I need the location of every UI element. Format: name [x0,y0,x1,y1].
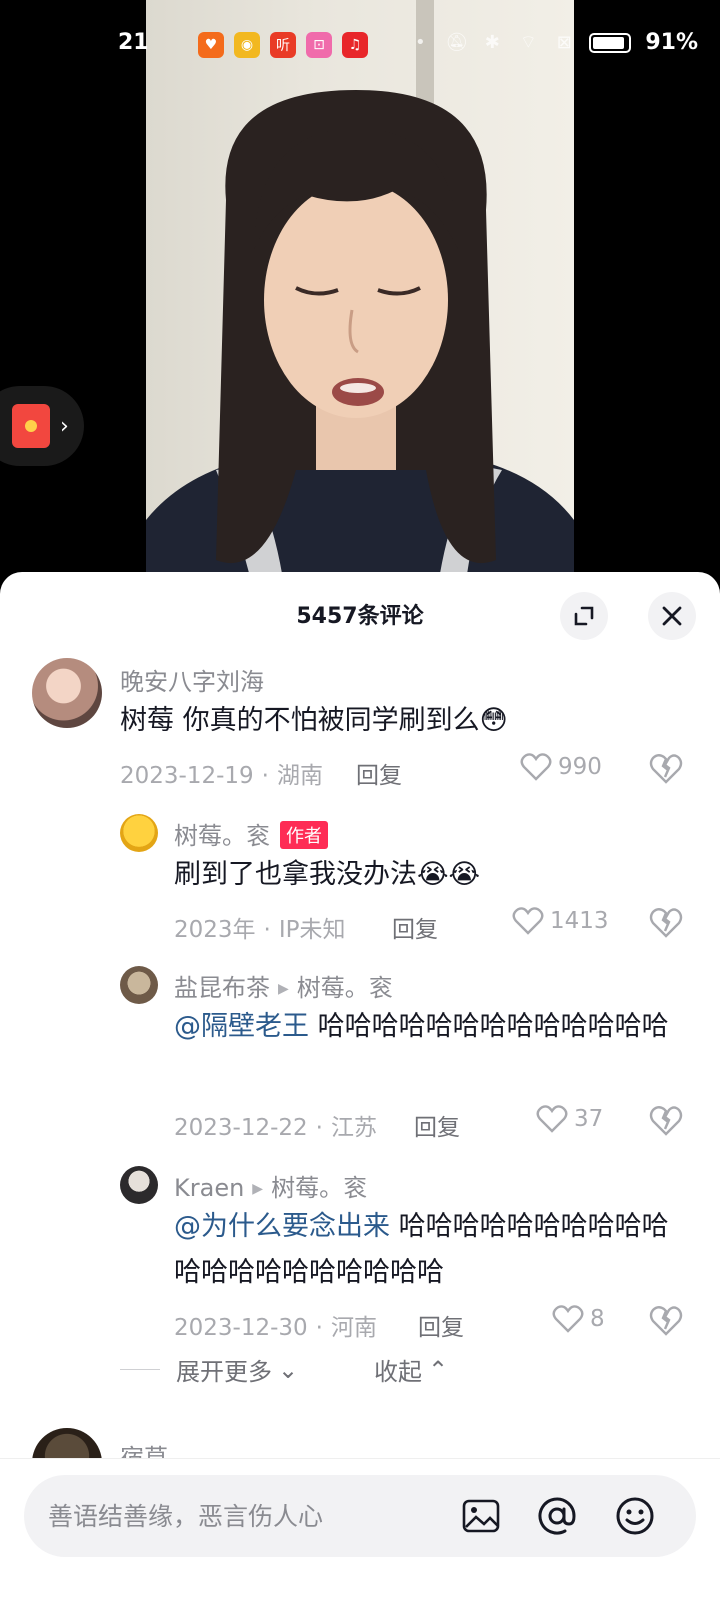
comment-sheet: 5457条评论 晚安八字刘海 树莓 你真的不怕被同学刷到么😳 2023-12-1… [0,572,720,1612]
comment-meta: 2023-12-19 · 湖南 [120,763,323,789]
battery-level: 91% [645,30,698,55]
comment-meta: 2023-12-22 · 江苏 [174,1115,377,1141]
comment-username[interactable]: 晚安八字刘海 [120,662,264,697]
comment-location: 河南 [330,1315,377,1341]
heart-icon [536,1105,568,1133]
notification-icons: ♥ ◉ 听 ⊡ ♫ [198,32,368,58]
heart-icon [552,1305,584,1333]
ximalaya-icon: 听 [270,32,296,58]
image-icon[interactable] [460,1495,502,1537]
avatar[interactable] [120,814,158,852]
comment-location: 江苏 [330,1115,377,1141]
comment-date: 2023-12-19 [120,763,254,789]
system-status: • 🔕︎ ✱ ⌔ ⊠ 91% [409,30,698,55]
reply-to-username: 树莓。衮 [271,1174,368,1202]
like-button[interactable]: 37 [536,1104,603,1134]
divider-line [120,1369,160,1370]
comment-input-bar [0,1458,720,1612]
chevron-down-icon: ⌄ [278,1355,299,1384]
wifi-icon: ⌔ [519,31,537,53]
like-button[interactable]: 8 [552,1304,605,1334]
reply-arrow-icon: ▶ [252,1181,264,1197]
battery-icon [589,32,632,53]
collapse-button[interactable]: 收起 ⌃ [374,1352,448,1387]
reply-button[interactable]: 回复 [414,1108,460,1142]
mention-link[interactable]: @隔壁老王 [174,1011,309,1042]
like-button[interactable]: 990 [520,752,602,782]
close-sheet-button[interactable] [648,592,696,640]
comment-location: IP未知 [278,917,346,943]
avatar[interactable] [120,1166,158,1204]
heart-icon [512,907,544,935]
username-text: 盐昆布茶 [174,974,270,1002]
weibo-icon: ◉ [234,32,260,58]
reply-arrow-icon: ▶ [278,981,289,997]
comment-count: 5457条评论 [296,604,424,629]
comment-text: @隔壁老王 哈哈哈哈哈哈哈哈哈哈哈哈哈 [174,1004,674,1050]
dislike-icon[interactable] [648,1302,684,1338]
like-button[interactable]: 1413 [512,906,609,936]
video-person [146,90,574,600]
sim-icon: ⊠ [556,31,572,53]
emoji-icon[interactable] [614,1495,656,1537]
like-count: 37 [574,1106,604,1132]
video-player[interactable]: 21 ♥ ◉ 听 ⊡ ♫ • 🔕︎ ✱ ⌔ ⊠ 91% › [0,0,720,600]
comment-date: 2023年 [174,917,256,943]
like-count: 1413 [550,908,609,934]
username-text: 树莓。衮 [174,822,270,850]
video-frame [146,0,574,600]
chevron-up-icon: ⌃ [428,1355,449,1384]
reply-button[interactable]: 回复 [418,1308,464,1342]
expand-more-label: 展开更多 [176,1358,272,1386]
comment-input-box[interactable] [24,1475,696,1557]
comment-meta: 2023-12-30 · 河南 [174,1315,377,1341]
replies-toggle-row: 展开更多 ⌄ 收起 ⌃ [120,1344,680,1394]
heart-icon [520,753,552,781]
comment-username[interactable]: 树莓。衮 作者 [174,816,328,851]
like-count: 8 [590,1306,605,1332]
red-envelope-icon [12,404,50,448]
reply-button[interactable]: 回复 [392,910,438,944]
chevron-right-icon: › [60,413,69,439]
expand-more-button[interactable]: 展开更多 ⌄ [176,1352,298,1387]
avatar[interactable] [120,966,158,1004]
status-time: 21 [118,30,149,55]
comment-text: 刷到了也拿我没办法😭😭 [174,859,481,890]
comment-input[interactable] [48,1495,468,1537]
comment-body: 哈哈哈哈哈哈哈哈哈哈哈哈哈 [309,1011,669,1042]
comment-sheet-header: 5457条评论 [0,572,720,658]
app-orange-icon: ♥ [198,32,224,58]
comment-username[interactable]: Kraen ▶ 树莓。衮 [174,1168,367,1203]
avatar[interactable] [32,658,102,728]
dislike-icon[interactable] [648,750,684,786]
dot-icon: • [415,31,426,53]
bluetooth-icon: ✱ [484,31,500,53]
dislike-icon[interactable] [648,904,684,940]
bilibili-icon: ⊡ [306,32,332,58]
close-icon [662,606,682,626]
red-packet-button[interactable]: › [0,386,84,466]
comment-date: 2023-12-30 [174,1315,308,1341]
mute-icon: 🔕︎ [445,31,469,53]
comment-text: 树莓 你真的不怕被同学刷到么😳 [120,705,508,736]
collapse-label: 收起 [374,1358,422,1386]
expand-sheet-button[interactable] [560,592,608,640]
author-tag: 作者 [280,821,328,849]
comment-meta: 2023年 · IP未知 [174,917,346,943]
expand-icon [574,606,594,626]
mention-link[interactable]: @为什么要念出来 [174,1211,390,1242]
comment-location: 湖南 [276,763,323,789]
music-icon: ♫ [342,32,368,58]
like-count: 990 [558,754,602,780]
mention-icon[interactable] [536,1495,578,1537]
comment-username[interactable]: 盐昆布茶 ▶ 树莓。衮 [174,968,393,1003]
username-text: Kraen [174,1174,245,1202]
comment-text: @为什么要念出来 哈哈哈哈哈哈哈哈哈哈哈哈哈哈哈哈哈哈哈哈 [174,1204,674,1296]
status-bar: 21 ♥ ◉ 听 ⊡ ♫ • 🔕︎ ✱ ⌔ ⊠ 91% [0,28,720,64]
reply-to-username: 树莓。衮 [296,974,393,1002]
dislike-icon[interactable] [648,1102,684,1138]
reply-button[interactable]: 回复 [356,756,402,790]
comment-date: 2023-12-22 [174,1115,308,1141]
